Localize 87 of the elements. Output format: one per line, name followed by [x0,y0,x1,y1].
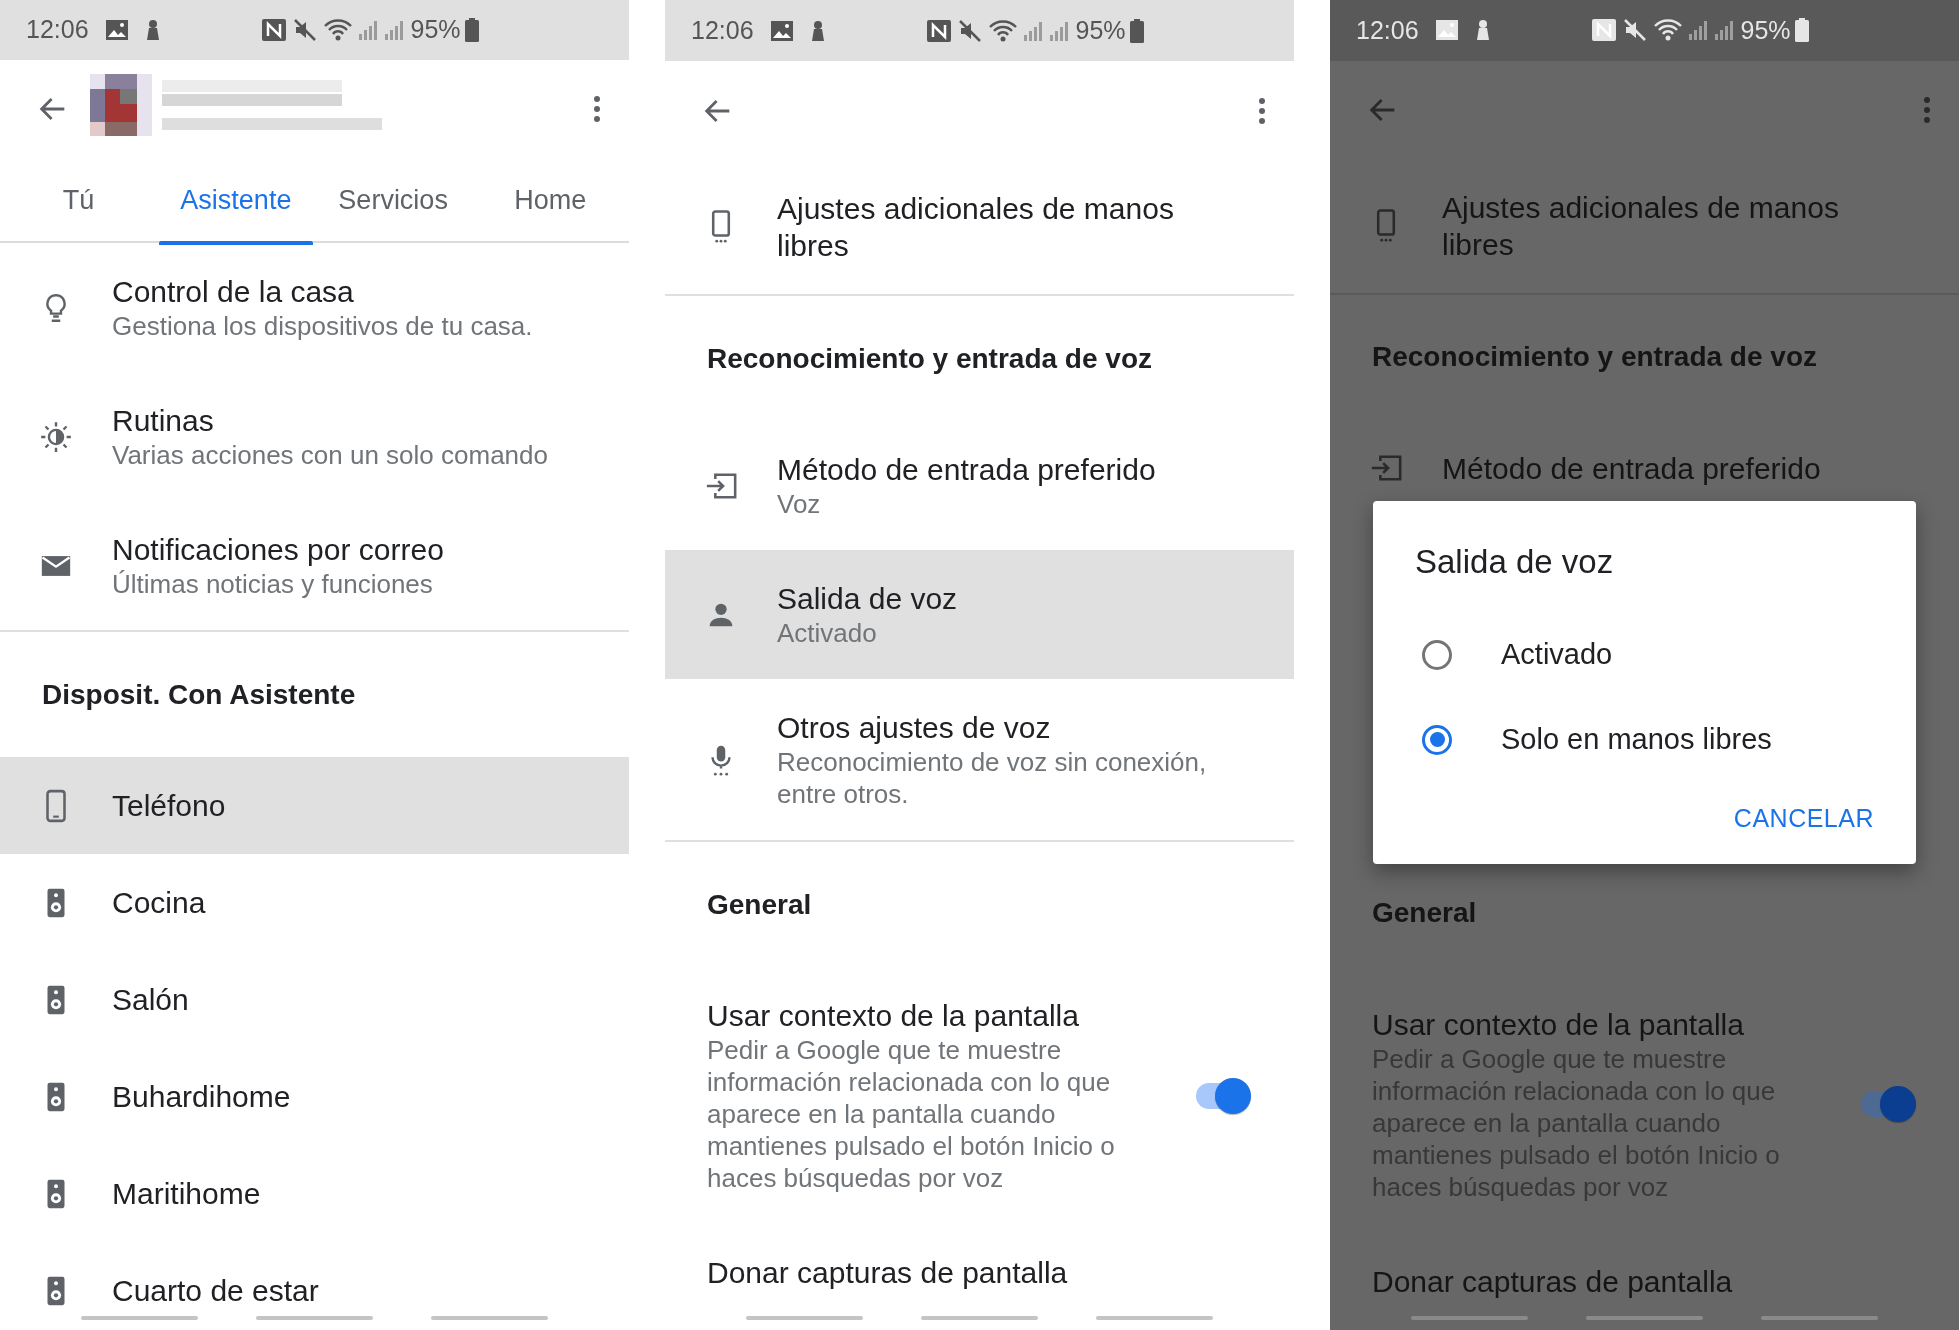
wifi-icon [322,18,353,43]
dialog-title: Salida de voz [1415,542,1615,582]
clock-time: 12:06 [1356,14,1419,46]
radio-button[interactable] [1422,725,1452,755]
list-item[interactable]: Buhardihome [0,1048,629,1146]
list-item[interactable]: Rutinas Varias acciones con un solo comando [0,372,629,502]
section-header: Disposit. Con Asistente [41,677,357,712]
battery-icon [1129,18,1144,43]
item-title: Método de entrada preferido [1442,451,1821,487]
signal-icon [356,19,379,42]
battery-icon [464,18,479,43]
signal-icon [1686,19,1709,42]
nfc-icon [260,18,287,43]
item-title: Salón [112,982,189,1019]
tab[interactable]: Tú [0,157,158,244]
item-title: Cocina [112,885,206,922]
item-title: Donar capturas de pantalla [1372,1264,1733,1300]
signal-icon [1712,19,1735,42]
tab[interactable]: Servicios [314,157,472,244]
list-item[interactable]: Usar contexto de la pantalla Pedir a Google que te muestre información relacionada con lo que aparece en la pantalla cuando mantienes pulsado el botón Inicio o haces búsquedas por voz [665,967,1294,1225]
item-title: Maritihome [112,1176,261,1213]
person-icon [1474,19,1491,42]
item-title: Ajustes adicionales de manos libres [1442,190,1840,263]
tab[interactable]: Asistente [157,157,315,244]
item-subtitle: Últimas noticias y funciones [112,568,434,601]
clock-time: 12:06 [26,14,89,46]
signal-icon [1047,19,1070,42]
tab[interactable]: Home [471,157,629,244]
list-item[interactable]: Ajustes adicionales de manos libres [665,160,1294,295]
battery-icon [1794,18,1809,43]
list-item[interactable]: Notificaciones por correo Últimas noticias y funciones [0,501,629,631]
mute-icon [1622,18,1647,43]
item-title: Usar contexto de la pantalla [707,998,1080,1035]
list-item[interactable]: Maritihome [0,1145,629,1243]
item-subtitle: Varias acciones con un solo comando [112,439,548,472]
item-subtitle: Voz [777,488,822,521]
item-title: Usar contexto de la pantalla [1372,1007,1745,1043]
item-title: Donar capturas de pantalla [707,1255,1068,1292]
sun-icon [39,419,73,454]
item-title: Rutinas [112,403,215,440]
wifi-icon [1652,18,1683,43]
person-icon [144,19,161,42]
item-title: Ajustes adicionales de manos libres [777,191,1175,265]
list-item[interactable]: Método de entrada preferido Voz [665,421,1294,551]
list-item[interactable]: Salida de voz Activado [665,550,1294,680]
section-header: General [706,887,813,922]
section-header: Reconocimiento y entrada de voz [1371,340,1818,375]
radio-option[interactable]: Solo en manos libres [1415,697,1882,783]
item-title: Buhardihome [112,1079,291,1116]
list-item[interactable]: Salón [0,951,629,1049]
battery-level: 95% [410,14,461,46]
signal-icon [382,19,405,42]
nfc-icon [1590,18,1617,43]
person-icon [809,19,826,42]
item-subtitle: Activado [777,617,878,650]
item-title: Teléfono [112,788,226,825]
image-icon [104,19,129,42]
list-item[interactable]: Cuarto de estar [0,1242,629,1309]
item-subtitle: Pedir a Google que te muestre información relacionada con lo que aparece en la pantalla cuando mantienes pulsado el botón Inicio o haces búsquedas por voz [707,1034,1116,1195]
item-title: Cuarto de estar [112,1273,319,1309]
item-subtitle: Gestiona los dispositivos de tu casa. [112,310,533,343]
list-item[interactable]: Donar capturas de pantalla [665,1224,1294,1309]
radio-button[interactable] [1422,640,1452,670]
item-title: Control de la casa [112,274,355,311]
item-title: Salida de voz [777,581,958,618]
list-item[interactable]: Control de la casa Gestiona los dispositivos de tu casa. [0,243,629,373]
image-icon [769,19,794,42]
section-header: General [1371,896,1478,931]
image-icon [1434,19,1459,42]
cancel-button[interactable]: CANCELAR [1725,796,1882,842]
list-item[interactable]: Otros ajustes de voz Reconocimiento de voz sin conexión, entre otros. [665,679,1294,841]
nfc-icon [925,18,952,43]
radio-option[interactable]: Activado [1415,612,1882,698]
list-item[interactable]: Cocina [0,854,629,952]
list-item[interactable]: Teléfono [0,757,629,855]
mute-icon [957,18,982,43]
item-title: Método de entrada preferido [777,452,1156,489]
mute-icon [292,18,317,43]
battery-level: 95% [1075,14,1126,46]
item-subtitle: Reconocimiento de voz sin conexión, entre otros. [777,746,1208,811]
clock-time: 12:06 [691,14,754,46]
wifi-icon [987,18,1018,43]
signal-icon [1021,19,1044,42]
section-header: Reconocimiento y entrada de voz [706,341,1153,376]
item-title: Notificaciones por correo [112,532,444,569]
battery-level: 95% [1740,14,1791,46]
item-title: Otros ajustes de voz [777,710,1052,747]
